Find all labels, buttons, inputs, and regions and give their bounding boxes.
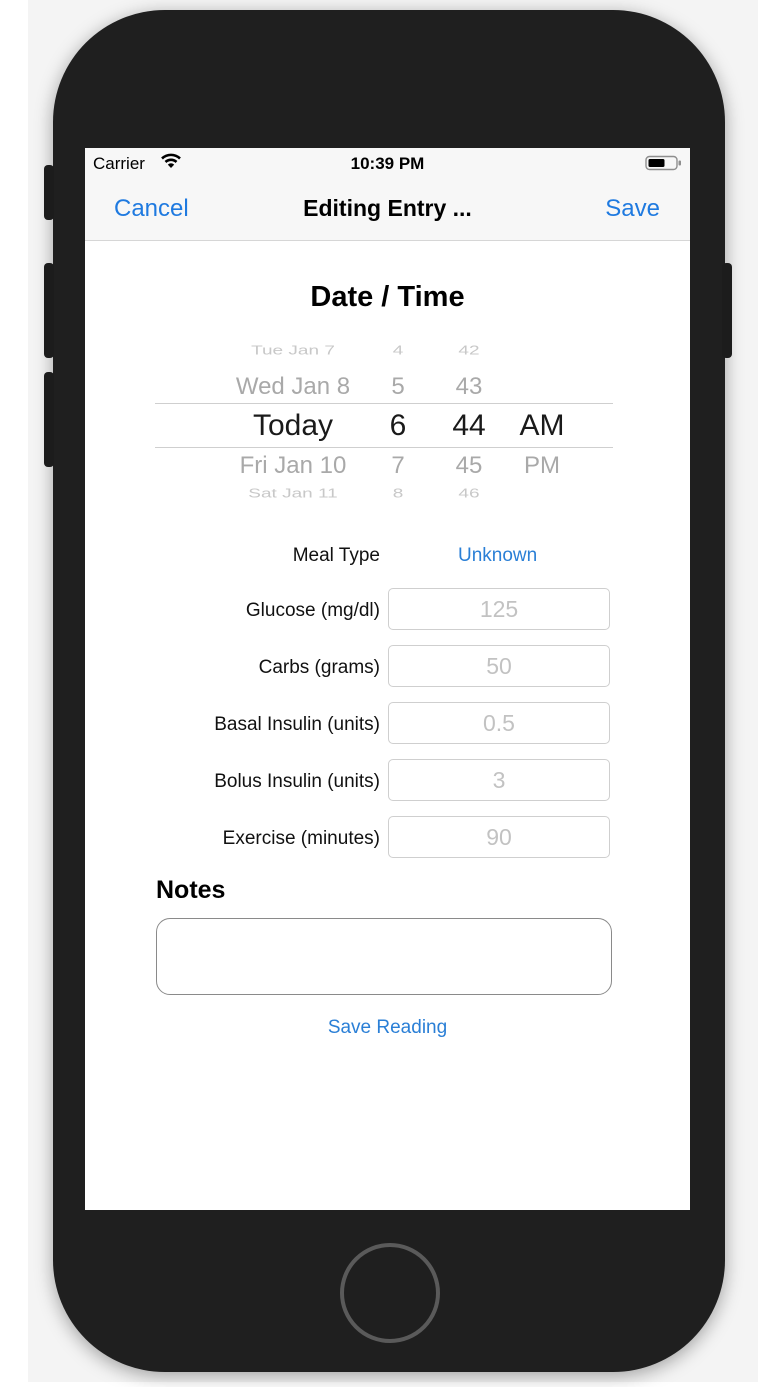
exercise-label: Exercise (minutes) bbox=[222, 828, 380, 849]
picker-meridiem-option[interactable]: PM bbox=[503, 452, 581, 480]
status-bar: Carrier 10:39 PM bbox=[85, 148, 690, 178]
status-time: 10:39 PM bbox=[350, 154, 425, 173]
basal-insulin-field[interactable]: 0.5 bbox=[388, 702, 610, 744]
date-time-title: Date / Time bbox=[310, 281, 465, 313]
meal-type-label: Meal Type bbox=[292, 545, 380, 566]
date-time-picker[interactable]: Tue Jan 7 Wed Jan 8 Today Fri Jan 10 Sat… bbox=[155, 343, 613, 505]
picker-day-option[interactable]: Fri Jan 10 bbox=[195, 452, 391, 480]
picker-hour-option[interactable]: 4 bbox=[370, 343, 426, 358]
picker-minute-selected[interactable]: 44 bbox=[435, 409, 503, 443]
nav-title: Editing Entry ... bbox=[303, 195, 472, 221]
picker-minute-option[interactable]: 42 bbox=[435, 343, 503, 358]
volume-down-button bbox=[44, 372, 54, 467]
exercise-field[interactable]: 90 bbox=[388, 816, 610, 858]
carbs-label: Carbs (grams) bbox=[258, 657, 380, 678]
navigation-bar: Cancel Editing Entry ... Save bbox=[85, 178, 690, 241]
picker-day-option[interactable]: Sat Jan 11 bbox=[195, 486, 391, 501]
battery-icon bbox=[645, 155, 683, 176]
picker-minute-option[interactable]: 43 bbox=[435, 373, 503, 401]
volume-up-button bbox=[44, 263, 54, 358]
home-button[interactable] bbox=[340, 1243, 440, 1343]
power-button bbox=[722, 263, 732, 358]
meal-type-selector[interactable]: Unknown bbox=[458, 545, 537, 567]
carbs-field[interactable]: 50 bbox=[388, 645, 610, 687]
picker-meridiem-column[interactable]: AM PM bbox=[503, 343, 581, 505]
glucose-field[interactable]: 125 bbox=[388, 588, 610, 630]
picker-minute-option[interactable]: 45 bbox=[435, 452, 503, 480]
picker-day-column[interactable]: Tue Jan 7 Wed Jan 8 Today Fri Jan 10 Sat… bbox=[195, 343, 391, 505]
picker-hour-option[interactable]: 5 bbox=[370, 373, 426, 401]
basal-insulin-label: Basal Insulin (units) bbox=[214, 714, 380, 735]
notes-textarea[interactable] bbox=[156, 918, 612, 995]
picker-hour-option[interactable]: 7 bbox=[370, 452, 426, 480]
bolus-insulin-field[interactable]: 3 bbox=[388, 759, 610, 801]
save-button[interactable]: Save bbox=[605, 195, 660, 223]
picker-meridiem-selected[interactable]: AM bbox=[503, 409, 581, 443]
picker-minute-column[interactable]: 42 43 44 45 46 bbox=[435, 343, 503, 505]
picker-day-option[interactable]: Tue Jan 7 bbox=[195, 343, 391, 358]
notes-title: Notes bbox=[156, 876, 226, 904]
picker-day-option[interactable]: Wed Jan 8 bbox=[195, 373, 391, 401]
screen: Carrier 10:39 PM Cancel Editing Entry ..… bbox=[85, 148, 690, 1210]
picker-hour-option[interactable]: 8 bbox=[370, 486, 426, 501]
save-reading-button[interactable]: Save Reading bbox=[85, 1017, 690, 1039]
picker-minute-option[interactable]: 46 bbox=[435, 486, 503, 501]
glucose-label: Glucose (mg/dl) bbox=[245, 600, 380, 621]
mute-switch bbox=[44, 165, 54, 220]
picker-hour-selected[interactable]: 6 bbox=[370, 409, 426, 443]
bolus-insulin-label: Bolus Insulin (units) bbox=[214, 771, 380, 792]
picker-hour-column[interactable]: 4 5 6 7 8 bbox=[370, 343, 426, 505]
picker-day-selected[interactable]: Today bbox=[195, 409, 391, 443]
